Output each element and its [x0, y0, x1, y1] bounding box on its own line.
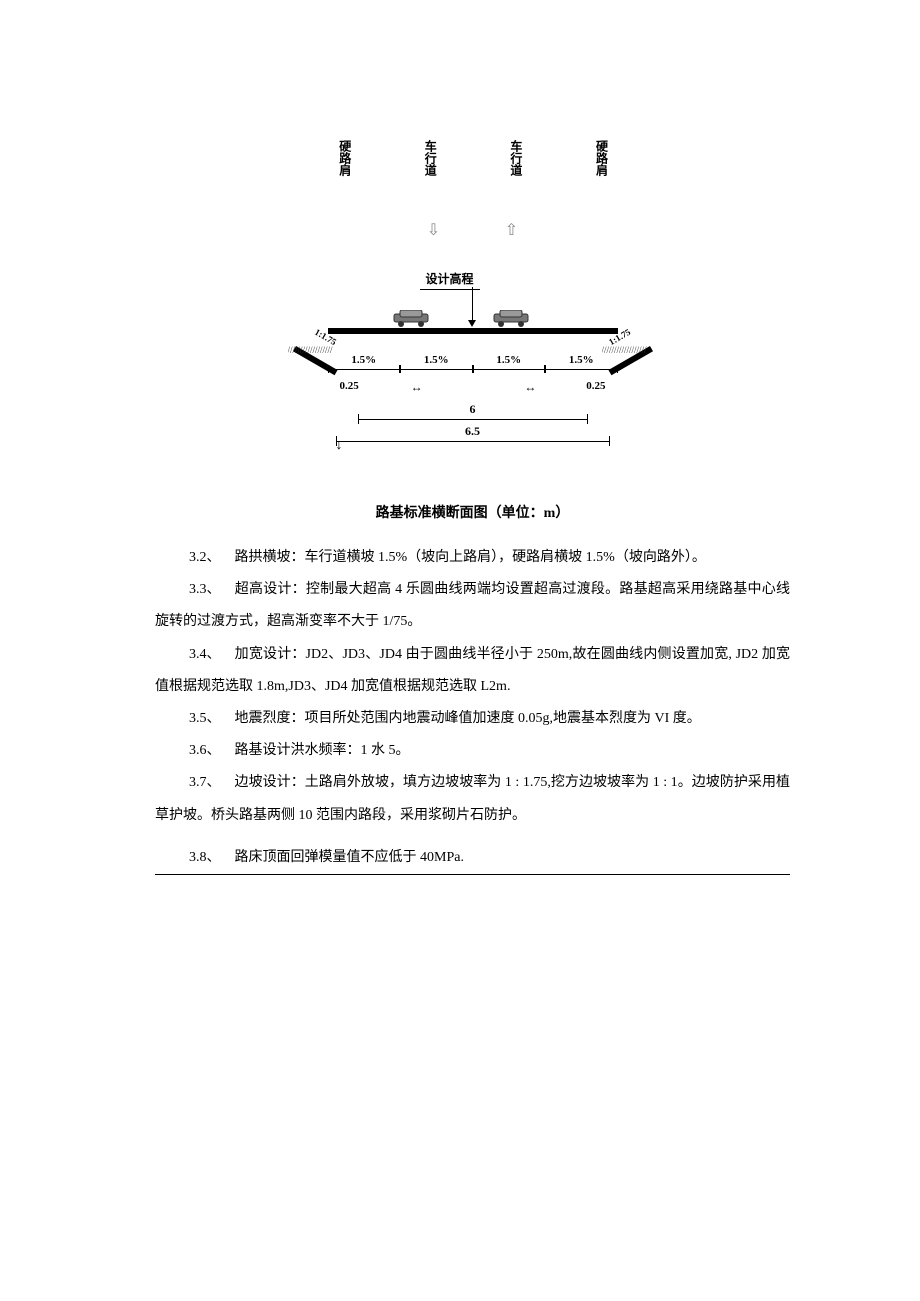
lane-total-width: 6 [358, 402, 588, 420]
label-hard-shoulder-right: 硬路肩 [594, 140, 607, 176]
item-3-7: 3.7、边坡设计：土路肩外放坡，填方边坡坡率为 1 : 1.75,挖方边坡坡率为… [155, 767, 790, 831]
item-text: 路拱横坡：车行道横坡 1.5%（坡向上路肩），硬路肩横坡 1.5%（坡向路外）。 [235, 550, 706, 565]
item-3-8: 3.8、路床顶面回弹模量值不应低于 40MPa. [155, 842, 790, 875]
item-3-5: 3.5、地震烈度：项目所处范围内地震动峰值加速度 0.05g,地震基本烈度为 V… [155, 703, 790, 735]
item-3-4: 3.4、加宽设计：JD2、JD3、JD4 由于圆曲线半径小于 250m,故在圆曲… [155, 639, 790, 703]
item-text: 加宽设计：JD2、JD3、JD4 由于圆曲线半径小于 250m,故在圆曲线内侧设… [155, 647, 790, 694]
item-num: 3.6、 [189, 735, 221, 767]
dim-arrow-left: ↔ [411, 380, 421, 395]
car-icon-left [390, 310, 432, 328]
item-text: 路床顶面回弹模量值不应低于 40MPa. [235, 850, 464, 865]
shoulder-width-right: 0.25 [586, 380, 605, 395]
road-surface [328, 328, 618, 334]
label-lane-left: 车行道 [423, 140, 436, 176]
item-text: 地震烈度：项目所处范围内地震动峰值加速度 0.05g,地震基本烈度为 VI 度。 [235, 711, 701, 726]
direction-arrow-up-icon: ⇧ [502, 218, 522, 242]
dim-arrow-right: ↔ [524, 380, 534, 395]
item-num: 3.2、 [189, 542, 221, 574]
car-icon-right [490, 310, 532, 328]
item-text: 路基设计洪水频率：1 水 5。 [235, 743, 410, 758]
cross-slope-2: 1.5% [400, 354, 473, 370]
elevation-pointer-line [472, 287, 473, 323]
label-hard-shoulder-left: 硬路肩 [338, 140, 351, 176]
item-num: 3.4、 [189, 639, 221, 671]
figure-caption: 路基标准横断面图（单位：m） [155, 502, 790, 522]
item-3-3: 3.3、超高设计：控制最大超高 4 乐圆曲线两端均设置超高过渡段。路基超高采用绕… [155, 574, 790, 638]
cross-slope-4: 1.5% [545, 354, 618, 370]
item-num: 3.5、 [189, 703, 221, 735]
item-num: 3.7、 [189, 767, 221, 799]
item-3-2: 3.2、路拱横坡：车行道横坡 1.5%（坡向上路肩），硬路肩横坡 1.5%（坡向… [155, 542, 790, 574]
item-text: 边坡设计：土路肩外放坡，填方边坡坡率为 1 : 1.75,挖方边坡坡率为 1 :… [155, 775, 790, 822]
item-3-6: 3.6、路基设计洪水频率：1 水 5。 [155, 735, 790, 767]
item-text: 超高设计：控制最大超高 4 乐圆曲线两端均设置超高过渡段。路基超高采用绕路基中心… [155, 582, 790, 629]
cross-slope-1: 1.5% [328, 354, 401, 370]
label-lane-right: 车行道 [509, 140, 522, 176]
item-num: 3.3、 [189, 574, 221, 606]
shoulder-width-left: 0.25 [340, 380, 359, 395]
full-width: 6.5 [336, 424, 610, 442]
dim-end-arrow-icon: ↓ [336, 438, 343, 454]
cross-section-diagram: 硬路肩 车行道 车行道 硬路肩 ⇩ ⇧ 设计高程 1:1.75 1:1.75 [155, 140, 790, 480]
elevation-pointer-head [468, 320, 476, 327]
direction-arrow-down-icon: ⇩ [424, 218, 444, 242]
cross-slope-3: 1.5% [473, 354, 546, 370]
item-num: 3.8、 [189, 842, 221, 874]
design-elevation-label: 设计高程 [420, 268, 480, 290]
